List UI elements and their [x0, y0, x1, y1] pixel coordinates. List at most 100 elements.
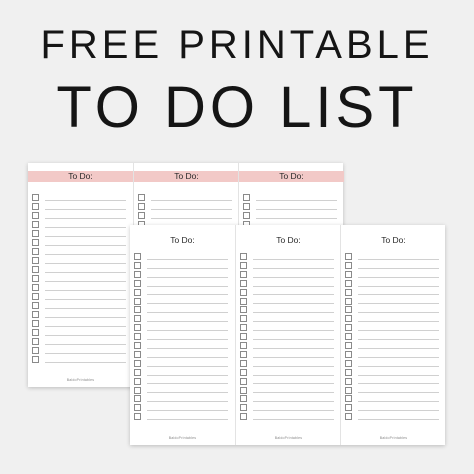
writing-line [358, 276, 439, 278]
writing-line [256, 199, 337, 201]
writing-line [253, 267, 334, 269]
task-row [32, 265, 126, 274]
checkbox-icon [240, 261, 247, 269]
task-row [345, 305, 439, 314]
writing-line [45, 217, 126, 219]
checkbox-icon [240, 413, 247, 421]
checkbox-icon [32, 329, 39, 336]
writing-line [151, 217, 232, 219]
checkbox-icon [345, 297, 352, 305]
checkbox-icon [32, 302, 39, 309]
checkbox-icon [345, 253, 352, 260]
writing-line [45, 298, 126, 300]
checkbox-icon [134, 270, 141, 278]
writing-line [147, 383, 228, 385]
writing-line [253, 258, 334, 260]
writing-line [358, 365, 439, 367]
task-row [32, 274, 126, 283]
task-row [32, 211, 126, 220]
checkbox-icon [243, 194, 250, 201]
writing-line [358, 258, 439, 260]
writing-line [147, 392, 228, 394]
front-column-3: To Do: BaldoPrintables [340, 225, 446, 445]
writing-line [253, 392, 334, 394]
writing-line [45, 325, 126, 327]
task-row [345, 359, 439, 368]
task-row [134, 412, 228, 421]
writing-line [358, 338, 439, 340]
checkbox-icon [243, 212, 250, 219]
checkbox-icon [134, 413, 141, 421]
task-row [345, 270, 439, 279]
task-row [243, 211, 337, 220]
writing-line [45, 235, 126, 237]
task-row [240, 279, 334, 288]
writing-line [147, 338, 228, 340]
checkbox-icon [240, 306, 247, 314]
task-row [134, 279, 228, 288]
checkbox-icon [240, 288, 247, 296]
checkbox-icon [240, 350, 247, 358]
checkbox-icon [240, 404, 247, 412]
checkbox-icon [240, 359, 247, 367]
task-row [240, 341, 334, 350]
task-row [345, 314, 439, 323]
task-row [32, 220, 126, 229]
task-row [240, 270, 334, 279]
checkbox-icon [345, 350, 352, 358]
writing-line [151, 199, 232, 201]
writing-line [256, 217, 337, 219]
checkbox-icon [345, 270, 352, 278]
task-row [240, 305, 334, 314]
checkbox-icon [134, 324, 141, 332]
writing-line [358, 330, 439, 332]
task-row [134, 314, 228, 323]
task-row [32, 346, 126, 355]
writing-line [253, 401, 334, 403]
task-row [32, 355, 126, 364]
task-row [240, 394, 334, 403]
writing-line [45, 289, 126, 291]
writing-line [45, 244, 126, 246]
checkbox-icon [32, 194, 39, 201]
checkbox-icon [345, 342, 352, 349]
back-column-1: To Do: BaldoPrintables [28, 163, 133, 387]
checkbox-icon [32, 284, 39, 291]
checkbox-icon [345, 368, 352, 376]
writing-line [358, 401, 439, 403]
writing-line [147, 303, 228, 305]
writing-line [147, 321, 228, 323]
back-column-header: To Do: [134, 171, 239, 182]
writing-line [45, 343, 126, 345]
writing-line [45, 280, 126, 282]
task-row [32, 256, 126, 265]
task-row [345, 332, 439, 341]
front-column-header: To Do: [276, 235, 301, 245]
task-row [240, 252, 334, 261]
task-row [345, 394, 439, 403]
writing-line [147, 330, 228, 332]
checkbox-icon [134, 368, 141, 376]
task-row [32, 319, 126, 328]
writing-line [253, 303, 334, 305]
task-row [134, 323, 228, 332]
task-row [134, 403, 228, 412]
checkbox-icon [345, 377, 352, 385]
checkbox-icon [134, 279, 141, 287]
task-row [240, 359, 334, 368]
checkbox-icon [134, 395, 141, 403]
checkbox-icon [240, 377, 247, 385]
checkbox-icon [134, 288, 141, 296]
checkbox-icon [32, 347, 39, 354]
checkbox-icon [32, 221, 39, 228]
task-row [240, 332, 334, 341]
checkbox-icon [345, 413, 352, 421]
writing-line [358, 267, 439, 269]
front-column-2: To Do: BaldoPrintables [235, 225, 341, 445]
checkbox-icon [134, 253, 141, 260]
task-row [345, 377, 439, 386]
writing-line [358, 294, 439, 296]
task-row [32, 292, 126, 301]
checkbox-icon [240, 395, 247, 403]
writing-line [253, 312, 334, 314]
